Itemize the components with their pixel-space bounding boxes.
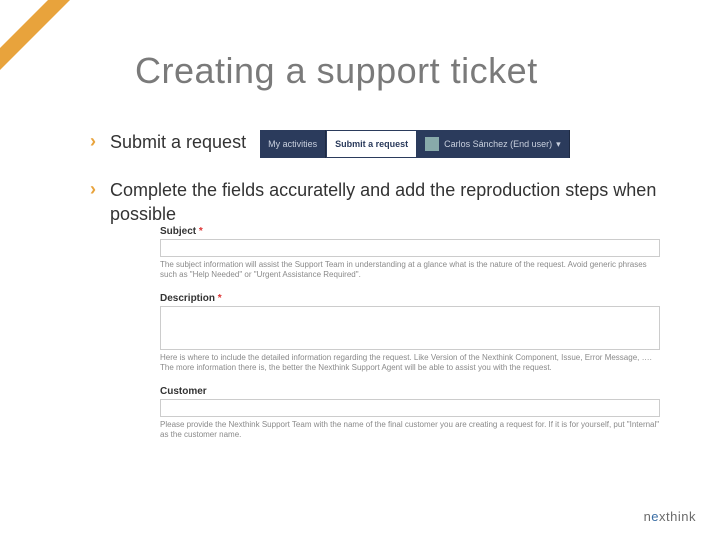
- description-label: Description *: [160, 293, 660, 304]
- bullet-2: › Complete the fields accuratelly and ad…: [90, 178, 680, 227]
- brand-logo: nexthink: [644, 509, 696, 524]
- description-hint: Here is where to include the detailed in…: [160, 353, 660, 374]
- nav-user-label: Carlos Sánchez (End user): [444, 139, 552, 149]
- slide-title: Creating a support ticket: [135, 50, 538, 92]
- corner-accent-inner: [0, 0, 48, 48]
- chevron-icon: ›: [90, 130, 96, 153]
- nav-submit-request[interactable]: Submit a request: [326, 130, 417, 158]
- customer-hint: Please provide the Nexthink Support Team…: [160, 420, 660, 441]
- customer-input[interactable]: [160, 399, 660, 417]
- avatar: [425, 137, 439, 151]
- subject-input[interactable]: [160, 239, 660, 257]
- customer-label: Customer: [160, 386, 660, 397]
- chevron-icon: ›: [90, 178, 96, 201]
- nav-user-menu[interactable]: Carlos Sánchez (End user): [417, 130, 570, 158]
- description-textarea[interactable]: [160, 306, 660, 350]
- bullet-1-text: Submit a request: [110, 130, 246, 154]
- subject-label: Subject *: [160, 226, 660, 237]
- bullet-2-text: Complete the fields accuratelly and add …: [110, 178, 680, 227]
- navbar-screenshot: My activities Submit a request Carlos Sá…: [260, 130, 570, 158]
- nav-my-activities[interactable]: My activities: [260, 130, 326, 158]
- footer: nexthink: [644, 508, 696, 526]
- bullet-1: › Submit a request My activities Submit …: [90, 130, 680, 158]
- form-screenshot: Subject * The subject information will a…: [160, 226, 660, 452]
- subject-hint: The subject information will assist the …: [160, 260, 660, 281]
